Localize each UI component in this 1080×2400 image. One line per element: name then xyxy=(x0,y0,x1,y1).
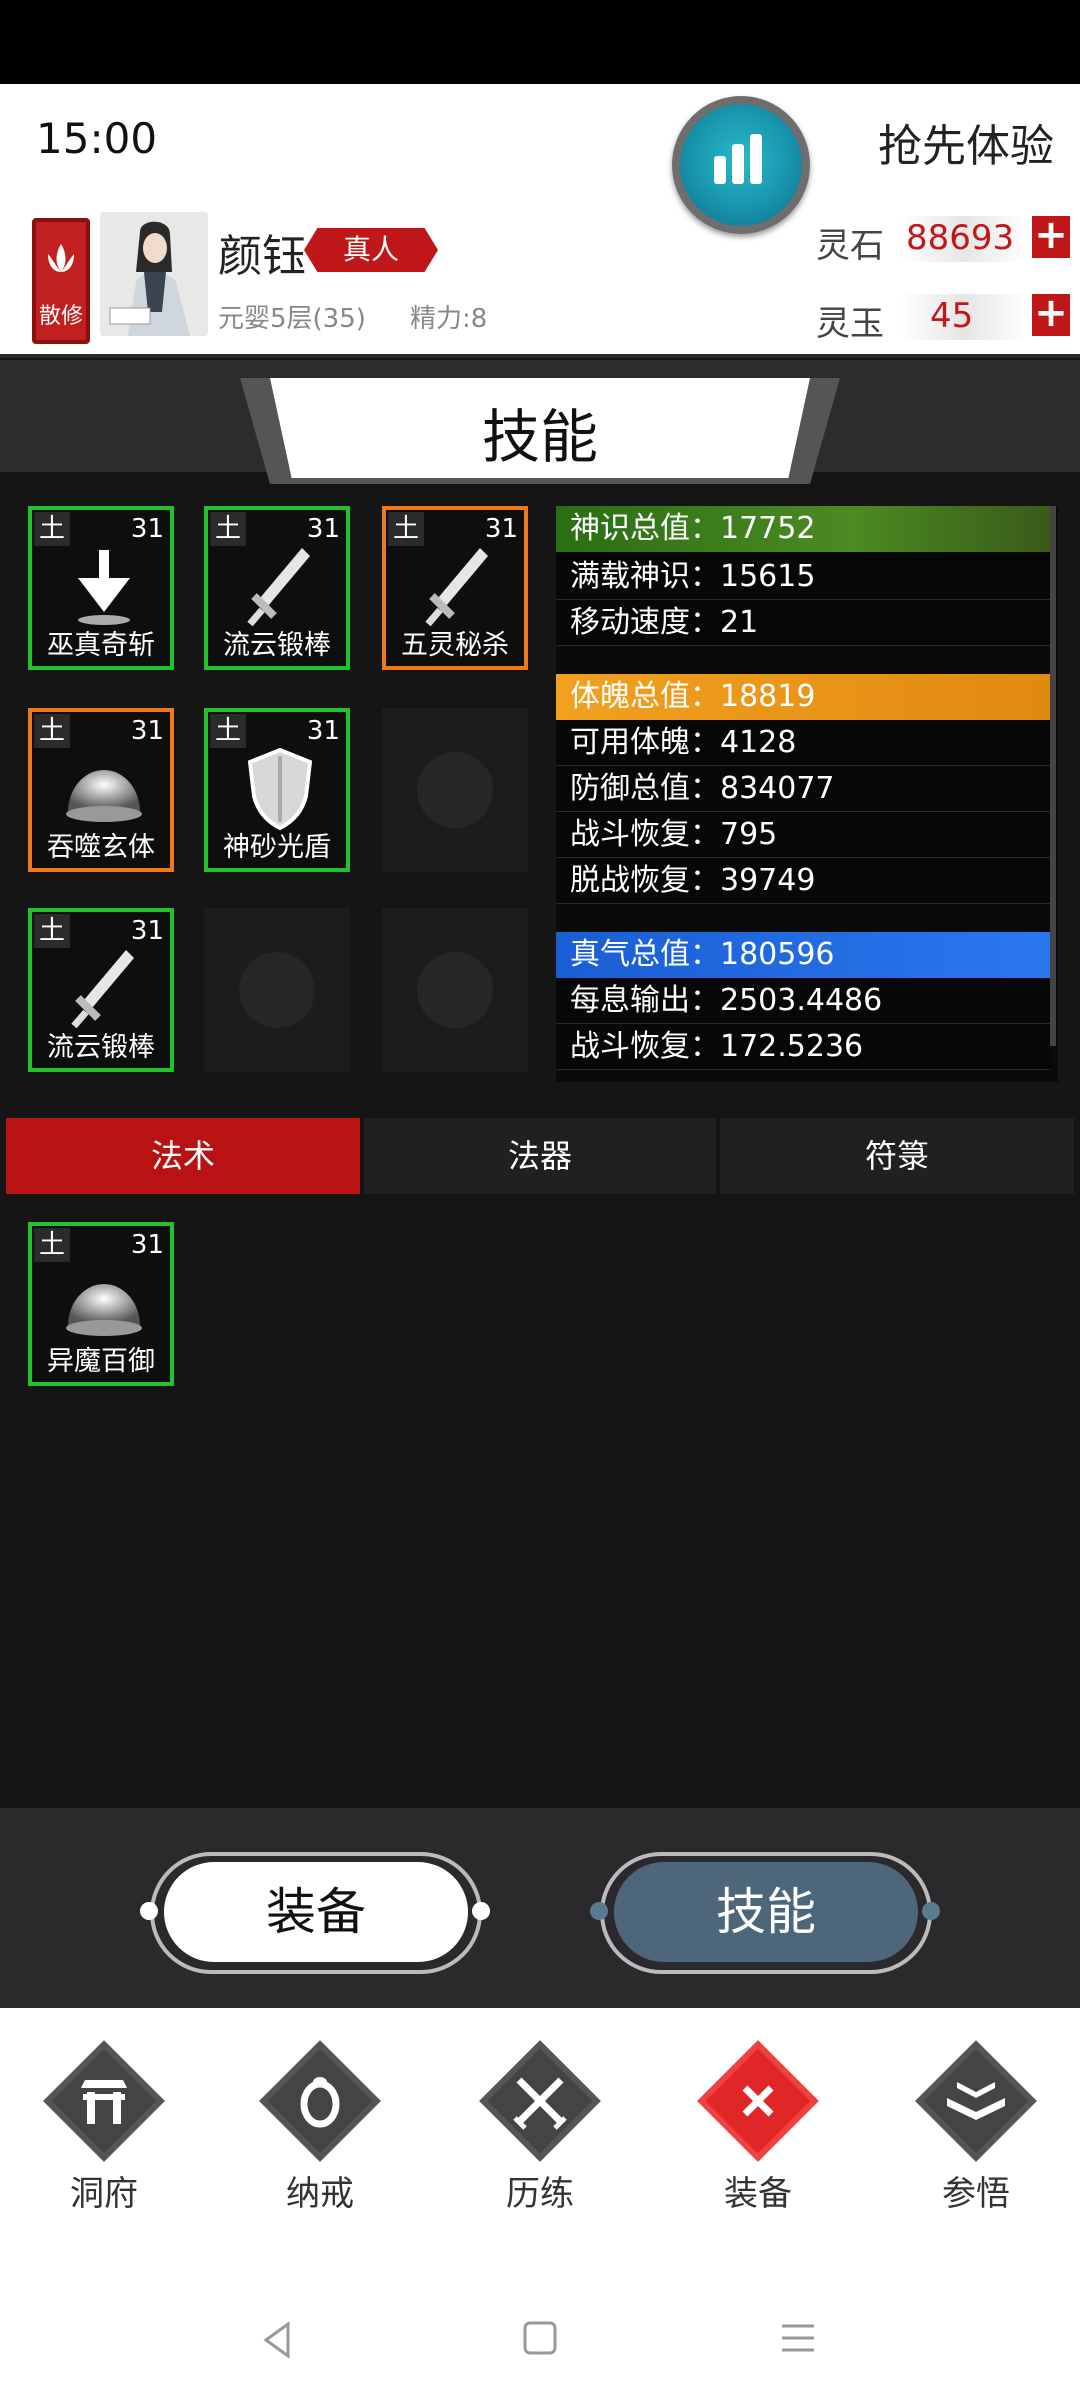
dome-icon xyxy=(66,1284,142,1336)
nav-item-zhuangbei[interactable]: 装备 xyxy=(678,2040,838,2215)
nav-item-canwu[interactable]: 参悟 xyxy=(896,2040,1056,2215)
stat-row: 每息输出：2503.4486 xyxy=(556,978,1050,1024)
inventory-item[interactable]: 土 31 异魔百御 xyxy=(28,1222,174,1386)
arrow-down-icon xyxy=(78,550,130,625)
sword-icon xyxy=(425,548,488,627)
chart-icon xyxy=(714,156,726,184)
empty-skill-slot[interactable] xyxy=(382,908,528,1072)
lotus-icon xyxy=(48,244,74,272)
stats-fab-button[interactable] xyxy=(672,96,810,234)
empty-slot-emblem-icon xyxy=(417,752,493,828)
stat-header-zhenqi: 真气总值：180596 xyxy=(556,932,1050,978)
menu-nav-icon[interactable] xyxy=(778,2320,818,2366)
spirit-jade-label: 灵玉 xyxy=(816,304,884,344)
empty-slot-emblem-icon xyxy=(239,952,315,1028)
stat-header-tipo: 体魄总值：18819 xyxy=(556,674,1050,720)
dome-icon xyxy=(66,770,142,822)
early-access-link[interactable]: 抢先体验 xyxy=(878,110,1054,174)
spirit-stone-value: 88693 xyxy=(906,218,1015,258)
stamina: 精力:8 xyxy=(410,304,488,334)
empty-slot-emblem-icon xyxy=(417,952,493,1028)
skill-slot[interactable]: 土 31 流云锻棒 xyxy=(28,908,174,1072)
title-badge: 真人 xyxy=(304,228,438,272)
player-header: 15:00 抢先体验 散修 颜钰 真人 元婴5层(35) 精力:8 灵石 886… xyxy=(0,84,1080,356)
stat-row: 战斗恢复：172.5236 xyxy=(556,1024,1050,1070)
stats-panel: 神识总值：17752 满载神识：15615 移动速度：21 体魄总值：18819… xyxy=(556,506,1058,1082)
skill-slot[interactable]: 土 31 流云锻棒 xyxy=(204,506,350,670)
stat-row: 脱战恢复：39749 xyxy=(556,858,1050,904)
clock: 15:00 xyxy=(36,114,158,163)
tab-talismans[interactable]: 符箓 xyxy=(720,1118,1074,1194)
back-nav-icon[interactable] xyxy=(258,2320,298,2370)
nav-item-dongfu[interactable]: 洞府 xyxy=(24,2040,184,2215)
stat-row: 可用体魄：4128 xyxy=(556,720,1050,766)
skill-slot[interactable]: 土 31 五灵秘杀 xyxy=(382,506,528,670)
stat-row: 防御总值：834077 xyxy=(556,766,1050,812)
sect-badge[interactable]: 散修 xyxy=(32,218,90,344)
tab-artifacts[interactable]: 法器 xyxy=(364,1118,716,1194)
sect-label: 散修 xyxy=(38,304,83,329)
sword-icon xyxy=(247,548,310,627)
page-title: 技能 xyxy=(481,403,598,471)
spirit-jade-value: 45 xyxy=(930,296,974,336)
skill-slot[interactable]: 土 31 神砂光盾 xyxy=(204,708,350,872)
sword-icon xyxy=(71,950,134,1029)
stat-row: 战斗恢复：795 xyxy=(556,812,1050,858)
close-x-icon xyxy=(742,2085,774,2117)
player-name: 颜钰 xyxy=(218,231,306,282)
tab-spells[interactable]: 法术 xyxy=(6,1118,360,1194)
gate-icon xyxy=(81,2080,127,2124)
stat-row: 满载神识：15615 xyxy=(556,554,1050,600)
equip-button[interactable]: 装备 xyxy=(164,1862,468,1962)
empty-skill-slot[interactable] xyxy=(382,708,528,872)
skill-slot[interactable]: 土 31 吞噬玄体 xyxy=(28,708,174,872)
spirit-stone-label: 灵石 xyxy=(816,226,884,266)
realm-level: 元婴5层(35) xyxy=(218,304,366,334)
crossed-swords-icon xyxy=(513,2077,567,2130)
skill-button[interactable]: 技能 xyxy=(614,1862,918,1962)
skill-slot[interactable]: 土 31 巫真奇斩 xyxy=(28,506,174,670)
nav-item-lilian[interactable]: 历练 xyxy=(460,2040,620,2215)
empty-skill-slot[interactable] xyxy=(204,908,350,1072)
stats-scrollbar[interactable] xyxy=(1050,506,1056,1046)
shield-icon xyxy=(247,747,313,831)
stat-header-shenshi: 神识总值：17752 xyxy=(556,506,1050,552)
add-spirit-jade-button[interactable]: + xyxy=(1032,293,1070,336)
nav-item-najie[interactable]: 纳戒 xyxy=(240,2040,400,2215)
status-bar xyxy=(0,0,1080,84)
book-icon xyxy=(947,2082,1005,2120)
stat-row: 移动速度：21 xyxy=(556,600,1050,646)
home-nav-icon[interactable] xyxy=(522,2320,558,2366)
add-spirit-stone-button[interactable]: + xyxy=(1032,215,1070,258)
avatar[interactable] xyxy=(100,212,208,336)
ring-icon xyxy=(300,2077,340,2128)
